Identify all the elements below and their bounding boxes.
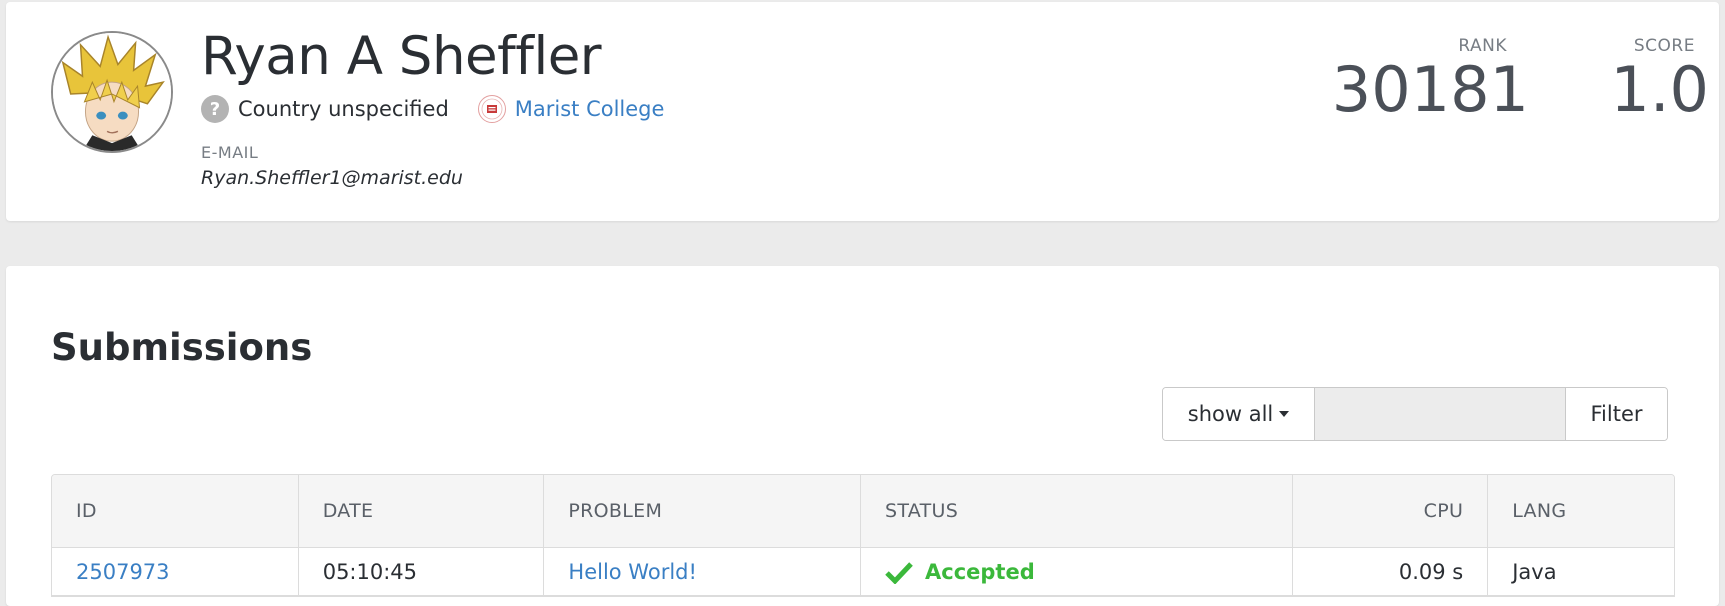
submissions-title: Submissions xyxy=(51,326,313,369)
submissions-table: ID DATE PROBLEM STATUS CPU LANG 2507973 … xyxy=(51,474,1675,597)
country-label: Country unspecified xyxy=(238,97,449,121)
submission-id-cell: 2507973 xyxy=(52,548,299,595)
column-header-id[interactable]: ID xyxy=(52,475,299,547)
submission-lang-cell: Java xyxy=(1512,559,1557,584)
rank-label: RANK xyxy=(1458,36,1507,56)
status-badge: Accepted xyxy=(885,560,1035,584)
user-name: Ryan A Sheffler xyxy=(201,26,602,87)
rank-value: 30181 xyxy=(1331,53,1529,126)
filter-button[interactable]: Filter xyxy=(1566,388,1667,440)
column-header-date[interactable]: DATE xyxy=(299,475,545,547)
email-label: E-MAIL xyxy=(201,143,259,162)
dropdown-label: show all xyxy=(1187,402,1274,426)
university-link[interactable]: Marist College xyxy=(515,97,665,121)
university-seal-icon xyxy=(477,95,506,123)
score-stat: SCORE 1.0 xyxy=(1610,36,1709,124)
profile-card: Ryan A Sheffler ? Country unspecified Ma… xyxy=(6,2,1719,221)
problem-link[interactable]: Hello World! xyxy=(568,560,697,584)
table-row: 2507973 05:10:45 Hello World! Accepted 0… xyxy=(52,548,1674,596)
email-value: Ryan.Sheffler1@marist.edu xyxy=(201,167,463,189)
score-label: SCORE xyxy=(1633,36,1695,56)
submission-id-link[interactable]: 2507973 xyxy=(76,560,170,584)
filter-input[interactable] xyxy=(1315,388,1566,440)
submissions-card: Submissions show all Filter ID DATE PROB… xyxy=(6,266,1719,606)
show-all-dropdown[interactable]: show all xyxy=(1163,388,1315,440)
check-icon xyxy=(885,561,913,584)
column-header-status[interactable]: STATUS xyxy=(861,475,1294,547)
avatar xyxy=(51,31,173,153)
submission-problem-cell: Hello World! xyxy=(544,548,861,595)
rank-stat: RANK 30181 xyxy=(1332,36,1529,124)
submission-date-cell: 05:10:45 xyxy=(299,548,545,595)
status-label: Accepted xyxy=(925,559,1035,584)
filter-group: show all Filter xyxy=(1162,387,1668,441)
table-header: ID DATE PROBLEM STATUS CPU LANG xyxy=(52,475,1674,548)
column-header-problem[interactable]: PROBLEM xyxy=(544,475,861,547)
avatar-image-icon xyxy=(53,33,171,151)
submission-status-cell: Accepted xyxy=(861,548,1294,595)
user-meta: ? Country unspecified Marist College xyxy=(201,94,664,124)
column-header-cpu[interactable]: CPU xyxy=(1293,475,1489,547)
submission-cpu-cell: 0.09 s xyxy=(1293,548,1489,595)
question-icon: ? xyxy=(201,95,229,123)
caret-down-icon xyxy=(1279,411,1290,417)
score-value: 1.0 xyxy=(1610,53,1709,126)
column-header-lang[interactable]: LANG xyxy=(1488,475,1674,547)
